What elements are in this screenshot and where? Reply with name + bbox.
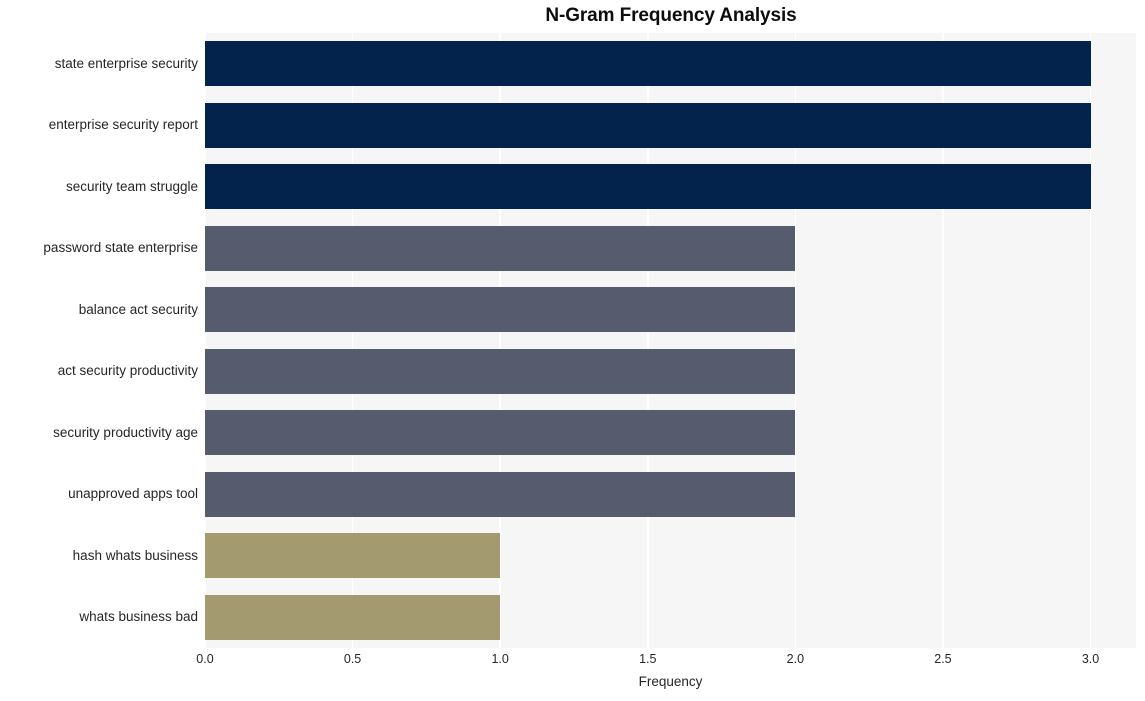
x-tick-label: 3.0: [1081, 652, 1100, 666]
y-tick-label: balance act security: [78, 301, 198, 317]
x-tick-label: 0.0: [196, 652, 214, 666]
y-tick-label: security productivity age: [53, 424, 198, 440]
x-tick-label: 2.0: [786, 652, 805, 666]
bar: [205, 471, 796, 517]
bar: [205, 348, 796, 394]
bar: [205, 533, 501, 579]
bar: [205, 287, 796, 333]
y-tick-label: whats business bad: [79, 609, 198, 625]
y-tick-label: hash whats business: [72, 547, 198, 563]
y-tick-label: enterprise security report: [48, 117, 198, 133]
y-tick-label: unapproved apps tool: [68, 486, 198, 502]
bar: [205, 164, 1091, 210]
ngram-frequency-chart: N-Gram Frequency Analysis state enterpri…: [0, 0, 1145, 701]
x-tick-label: 0.5: [343, 652, 362, 666]
x-tick-label: 1.0: [491, 652, 509, 666]
y-axis-tick-labels: state enterprise security enterprise secu…: [0, 33, 198, 648]
chart-title: N-Gram Frequency Analysis: [545, 5, 797, 26]
y-tick-label: state enterprise security: [54, 55, 198, 71]
bar: [205, 41, 1091, 87]
bar: [205, 102, 1091, 148]
y-tick-label: password state enterprise: [43, 240, 198, 256]
plot-area: [205, 33, 1136, 648]
x-tick-label: 2.5: [934, 652, 952, 666]
x-axis-tick-labels: 0.0 0.5 1.0 1.5 2.0 2.5 3.0: [196, 652, 1136, 672]
y-tick-label: security team struggle: [65, 178, 198, 194]
bar: [205, 594, 501, 640]
bar: [205, 225, 796, 271]
y-tick-label: act security productivity: [57, 363, 198, 379]
x-axis-title: Frequency: [638, 674, 703, 689]
x-tick-label: 1.5: [639, 652, 657, 666]
bar: [205, 410, 796, 456]
